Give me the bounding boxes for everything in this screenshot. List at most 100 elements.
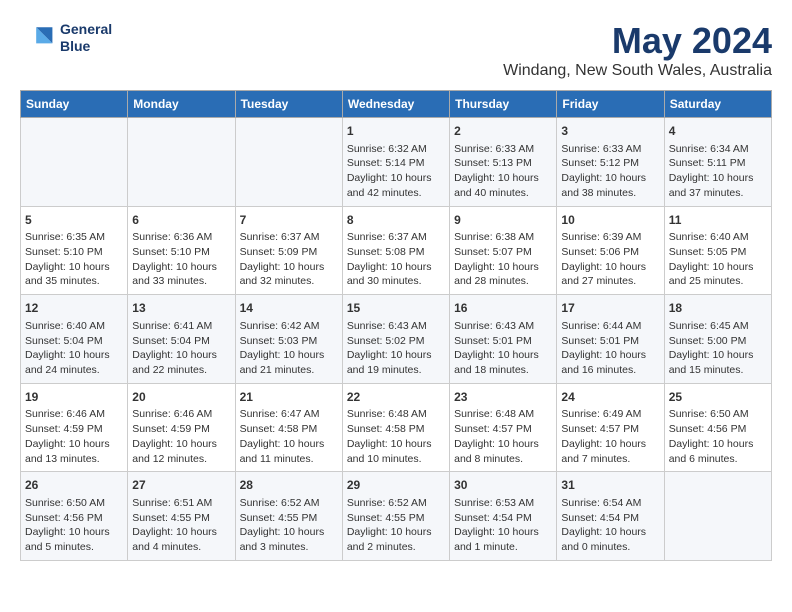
- calendar-cell: 4 Sunrise: 6:34 AM Sunset: 5:11 PM Daylig…: [664, 118, 771, 207]
- day-number: 6: [132, 212, 230, 229]
- calendar-cell: 11Sunrise: 6:40 AM Sunset: 5:05 PM Dayli…: [664, 206, 771, 295]
- day-number: 19: [25, 389, 123, 406]
- day-info: Sunrise: 6:53 AM Sunset: 4:54 PM Dayligh…: [454, 496, 552, 555]
- calendar-cell: 6Sunrise: 6:36 AM Sunset: 5:10 PM Daylig…: [128, 206, 235, 295]
- calendar-cell: 31 Sunrise: 6:54 AM Sunset: 4:54 PM Dayli…: [557, 472, 664, 561]
- day-info: Sunrise: 6:43 AM Sunset: 5:01 PM Dayligh…: [454, 319, 552, 378]
- calendar-cell: 29 Sunrise: 6:52 AM Sunset: 4:55 PM Dayli…: [342, 472, 449, 561]
- calendar-table: SundayMondayTuesdayWednesdayThursdayFrid…: [20, 90, 772, 561]
- calendar-cell: 19Sunrise: 6:46 AM Sunset: 4:59 PM Dayli…: [21, 383, 128, 472]
- calendar-cell: 10Sunrise: 6:39 AM Sunset: 5:06 PM Dayli…: [557, 206, 664, 295]
- day-info: Sunrise: 6:52 AM Sunset: 4:55 PM Dayligh…: [347, 496, 445, 555]
- calendar-week-row: 26Sunrise: 6:50 AM Sunset: 4:56 PM Dayli…: [21, 472, 772, 561]
- calendar-cell: 17Sunrise: 6:44 AM Sunset: 5:01 PM Dayli…: [557, 295, 664, 384]
- day-info: Sunrise: 6:37 AM Sunset: 5:09 PM Dayligh…: [240, 230, 338, 289]
- day-info: Sunrise: 6:46 AM Sunset: 4:59 PM Dayligh…: [132, 407, 230, 466]
- day-number: 29: [347, 477, 445, 494]
- calendar-week-row: 12Sunrise: 6:40 AM Sunset: 5:04 PM Dayli…: [21, 295, 772, 384]
- day-info: Sunrise: 6:38 AM Sunset: 5:07 PM Dayligh…: [454, 230, 552, 289]
- day-info: Sunrise: 6:46 AM Sunset: 4:59 PM Dayligh…: [25, 407, 123, 466]
- day-info: Sunrise: 6:48 AM Sunset: 4:58 PM Dayligh…: [347, 407, 445, 466]
- calendar-header-row: SundayMondayTuesdayWednesdayThursdayFrid…: [21, 91, 772, 118]
- day-info: Sunrise: 6:33 AM Sunset: 5:13 PM Dayligh…: [454, 142, 552, 201]
- day-info: Sunrise: 6:45 AM Sunset: 5:00 PM Dayligh…: [669, 319, 767, 378]
- calendar-cell: [21, 118, 128, 207]
- day-info: Sunrise: 6:32 AM Sunset: 5:14 PM Dayligh…: [347, 142, 445, 201]
- day-number: 28: [240, 477, 338, 494]
- column-header-wednesday: Wednesday: [342, 91, 449, 118]
- day-number: 2: [454, 123, 552, 140]
- calendar-cell: 3 Sunrise: 6:33 AM Sunset: 5:12 PM Daylig…: [557, 118, 664, 207]
- day-number: 30: [454, 477, 552, 494]
- day-info: Sunrise: 6:50 AM Sunset: 4:56 PM Dayligh…: [25, 496, 123, 555]
- day-number: 1: [347, 123, 445, 140]
- day-number: 5: [25, 212, 123, 229]
- calendar-cell: [128, 118, 235, 207]
- day-number: 20: [132, 389, 230, 406]
- logo-icon: [20, 20, 56, 56]
- day-number: 25: [669, 389, 767, 406]
- calendar-cell: 7Sunrise: 6:37 AM Sunset: 5:09 PM Daylig…: [235, 206, 342, 295]
- column-header-saturday: Saturday: [664, 91, 771, 118]
- day-number: 18: [669, 300, 767, 317]
- day-number: 16: [454, 300, 552, 317]
- day-info: Sunrise: 6:34 AM Sunset: 5:11 PM Dayligh…: [669, 142, 767, 201]
- day-number: 27: [132, 477, 230, 494]
- calendar-cell: 5Sunrise: 6:35 AM Sunset: 5:10 PM Daylig…: [21, 206, 128, 295]
- day-info: Sunrise: 6:37 AM Sunset: 5:08 PM Dayligh…: [347, 230, 445, 289]
- day-number: 3: [561, 123, 659, 140]
- day-number: 12: [25, 300, 123, 317]
- calendar-week-row: 19Sunrise: 6:46 AM Sunset: 4:59 PM Dayli…: [21, 383, 772, 472]
- day-info: Sunrise: 6:36 AM Sunset: 5:10 PM Dayligh…: [132, 230, 230, 289]
- page-header: General Blue May 2024 Windang, New South…: [20, 20, 772, 80]
- calendar-cell: 12Sunrise: 6:40 AM Sunset: 5:04 PM Dayli…: [21, 295, 128, 384]
- calendar-cell: 1 Sunrise: 6:32 AM Sunset: 5:14 PM Daylig…: [342, 118, 449, 207]
- day-number: 10: [561, 212, 659, 229]
- day-number: 24: [561, 389, 659, 406]
- day-info: Sunrise: 6:49 AM Sunset: 4:57 PM Dayligh…: [561, 407, 659, 466]
- calendar-cell: 14 Sunrise: 6:42 AM Sunset: 5:03 PM Dayli…: [235, 295, 342, 384]
- day-info: Sunrise: 6:41 AM Sunset: 5:04 PM Dayligh…: [132, 319, 230, 378]
- day-info: Sunrise: 6:48 AM Sunset: 4:57 PM Dayligh…: [454, 407, 552, 466]
- day-number: 15: [347, 300, 445, 317]
- day-number: 23: [454, 389, 552, 406]
- page-title: May 2024: [503, 20, 772, 62]
- column-header-friday: Friday: [557, 91, 664, 118]
- day-number: 22: [347, 389, 445, 406]
- day-info: Sunrise: 6:42 AM Sunset: 5:03 PM Dayligh…: [240, 319, 338, 378]
- column-header-sunday: Sunday: [21, 91, 128, 118]
- day-number: 11: [669, 212, 767, 229]
- calendar-cell: 26Sunrise: 6:50 AM Sunset: 4:56 PM Dayli…: [21, 472, 128, 561]
- day-info: Sunrise: 6:35 AM Sunset: 5:10 PM Dayligh…: [25, 230, 123, 289]
- calendar-cell: 18 Sunrise: 6:45 AM Sunset: 5:00 PM Dayli…: [664, 295, 771, 384]
- calendar-cell: 9Sunrise: 6:38 AM Sunset: 5:07 PM Daylig…: [450, 206, 557, 295]
- day-number: 4: [669, 123, 767, 140]
- calendar-cell: 27Sunrise: 6:51 AM Sunset: 4:55 PM Dayli…: [128, 472, 235, 561]
- calendar-cell: 22Sunrise: 6:48 AM Sunset: 4:58 PM Dayli…: [342, 383, 449, 472]
- day-number: 31: [561, 477, 659, 494]
- day-info: Sunrise: 6:39 AM Sunset: 5:06 PM Dayligh…: [561, 230, 659, 289]
- calendar-cell: 16 Sunrise: 6:43 AM Sunset: 5:01 PM Dayli…: [450, 295, 557, 384]
- day-info: Sunrise: 6:33 AM Sunset: 5:12 PM Dayligh…: [561, 142, 659, 201]
- calendar-cell: 24Sunrise: 6:49 AM Sunset: 4:57 PM Dayli…: [557, 383, 664, 472]
- day-info: Sunrise: 6:50 AM Sunset: 4:56 PM Dayligh…: [669, 407, 767, 466]
- logo: General Blue: [20, 20, 112, 56]
- calendar-cell: 23Sunrise: 6:48 AM Sunset: 4:57 PM Dayli…: [450, 383, 557, 472]
- day-info: Sunrise: 6:40 AM Sunset: 5:05 PM Dayligh…: [669, 230, 767, 289]
- calendar-cell: 2 Sunrise: 6:33 AM Sunset: 5:13 PM Daylig…: [450, 118, 557, 207]
- column-header-tuesday: Tuesday: [235, 91, 342, 118]
- calendar-cell: 28Sunrise: 6:52 AM Sunset: 4:55 PM Dayli…: [235, 472, 342, 561]
- calendar-cell: 25Sunrise: 6:50 AM Sunset: 4:56 PM Dayli…: [664, 383, 771, 472]
- calendar-cell: 8Sunrise: 6:37 AM Sunset: 5:08 PM Daylig…: [342, 206, 449, 295]
- day-number: 14: [240, 300, 338, 317]
- day-number: 21: [240, 389, 338, 406]
- calendar-cell: [664, 472, 771, 561]
- column-header-thursday: Thursday: [450, 91, 557, 118]
- day-info: Sunrise: 6:47 AM Sunset: 4:58 PM Dayligh…: [240, 407, 338, 466]
- logo-text: General Blue: [60, 21, 112, 55]
- calendar-cell: 15Sunrise: 6:43 AM Sunset: 5:02 PM Dayli…: [342, 295, 449, 384]
- day-number: 17: [561, 300, 659, 317]
- calendar-cell: 21Sunrise: 6:47 AM Sunset: 4:58 PM Dayli…: [235, 383, 342, 472]
- day-info: Sunrise: 6:54 AM Sunset: 4:54 PM Dayligh…: [561, 496, 659, 555]
- calendar-cell: [235, 118, 342, 207]
